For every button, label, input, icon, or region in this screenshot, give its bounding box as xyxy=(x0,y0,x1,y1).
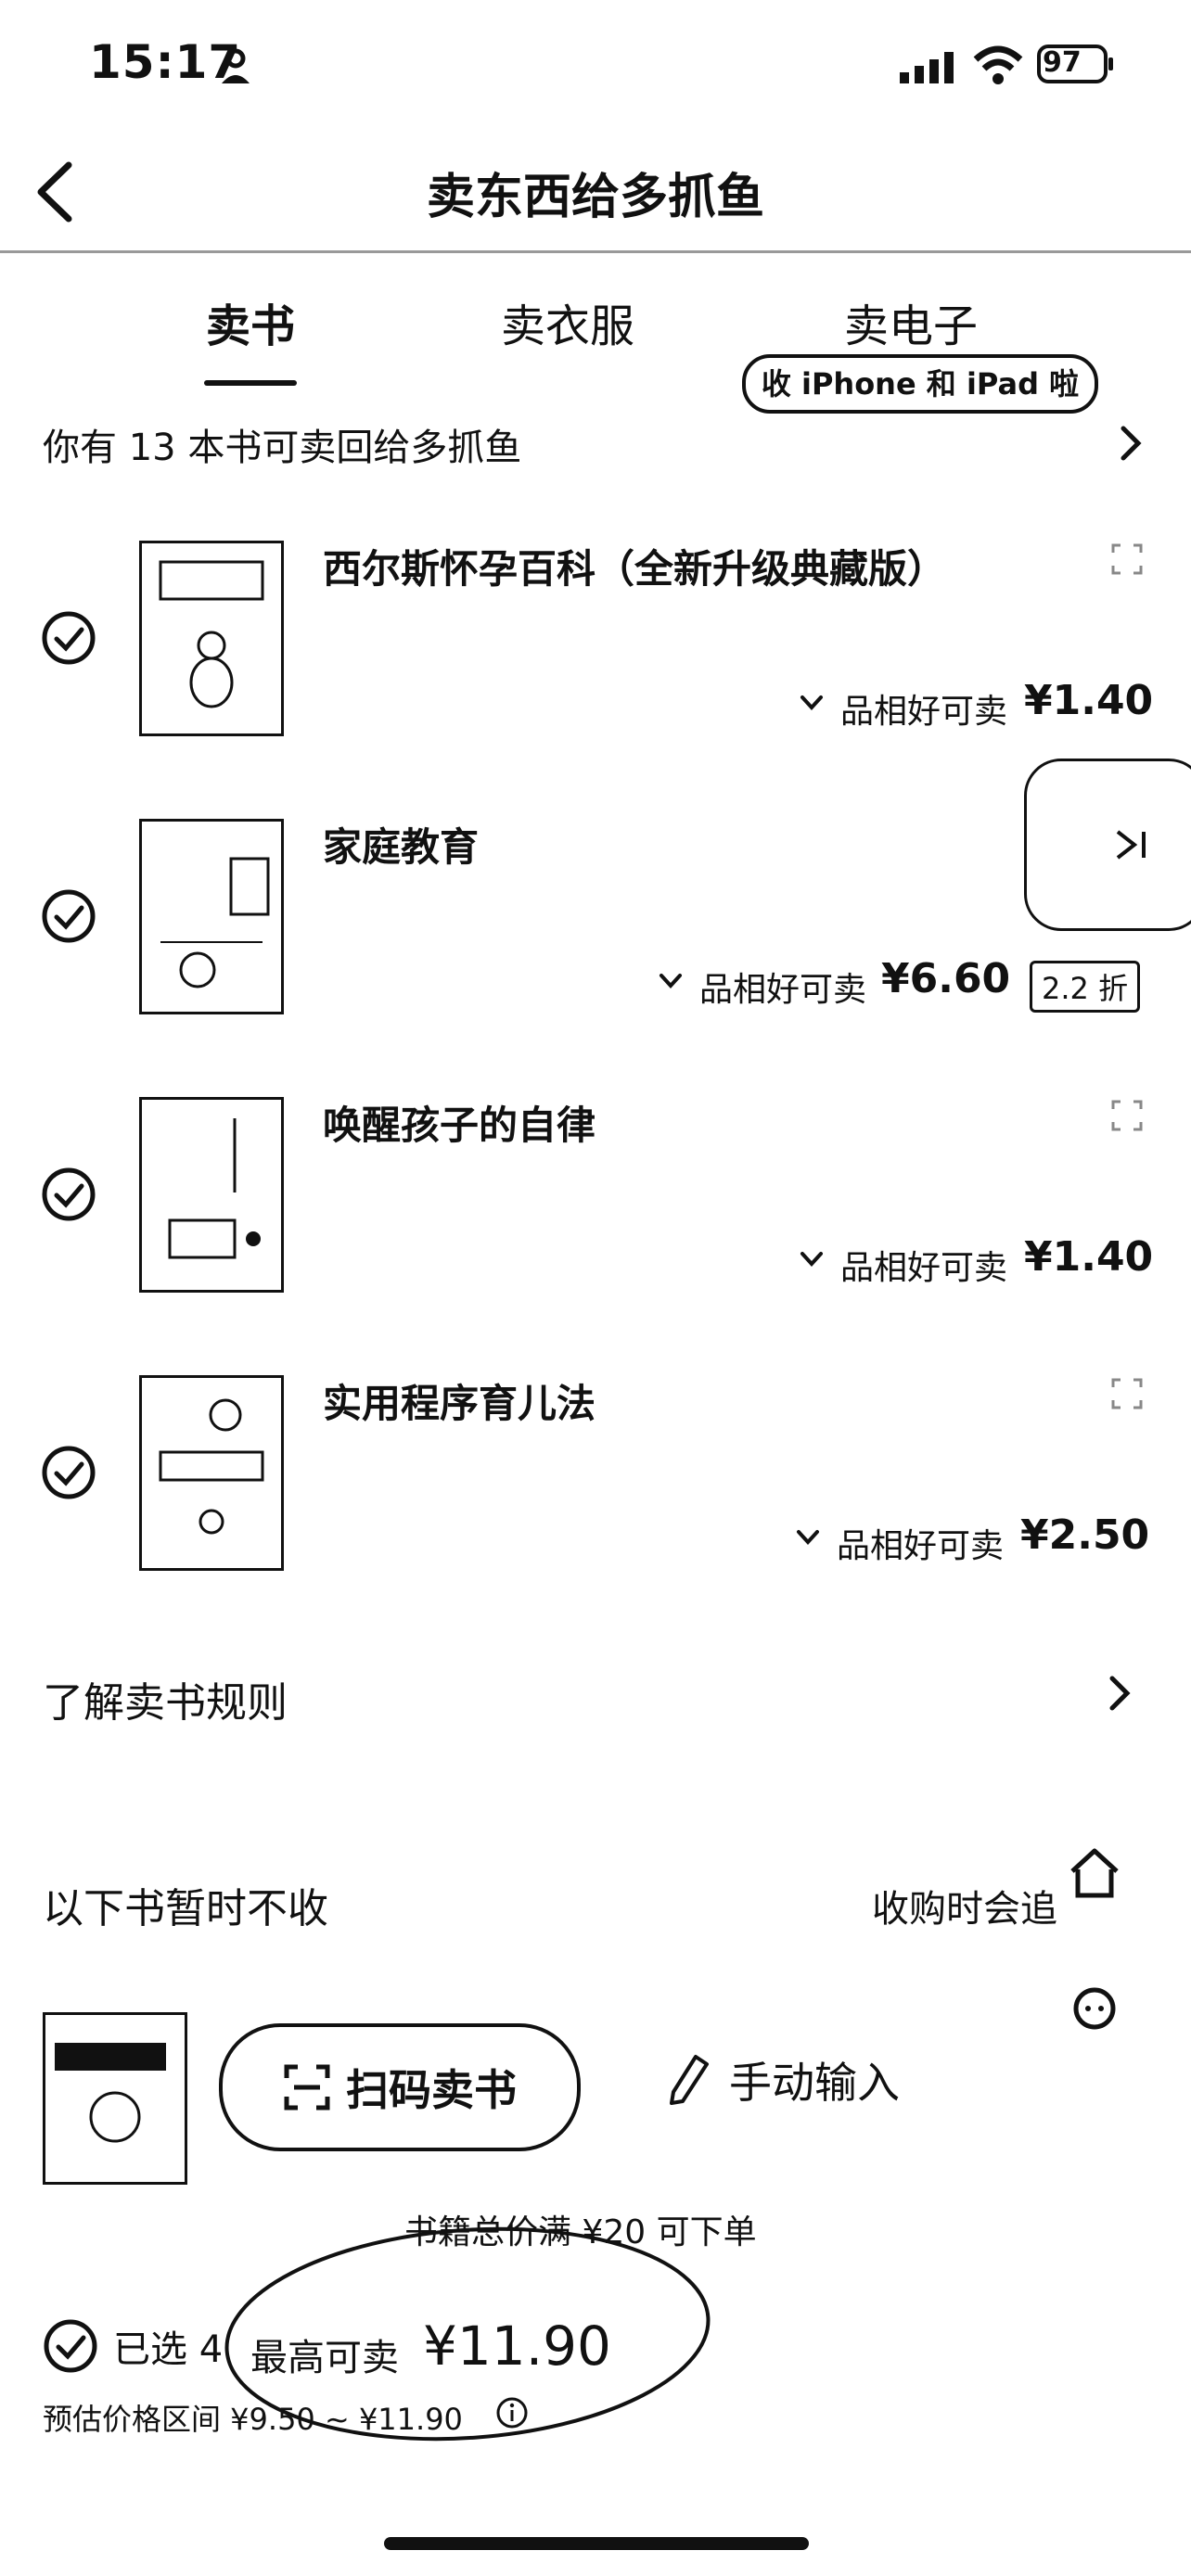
minimum-order-note: 书籍总价满 ¥20 可下单 xyxy=(404,2213,757,2251)
floating-assist-button[interactable] xyxy=(1024,759,1191,931)
rules-link[interactable]: 了解卖书规则 xyxy=(43,1669,288,1728)
book-cover xyxy=(139,1375,284,1571)
not-accepted-note: 收购时会追 xyxy=(872,1888,1057,1931)
expand-icon[interactable] xyxy=(1111,543,1143,575)
active-tab-indicator xyxy=(204,380,297,386)
book-title: 家庭教育 xyxy=(323,824,480,870)
info-icon[interactable] xyxy=(495,2396,529,2429)
chevron-right-icon[interactable] xyxy=(1119,425,1143,462)
book-title: 唤醒孩子的自律 xyxy=(323,1103,596,1148)
collapse-arrow-icon xyxy=(1116,830,1146,860)
chevron-down-icon[interactable] xyxy=(800,694,824,712)
not-accepted-title: 以下书暂时不收 xyxy=(43,1885,328,1932)
check-circle-icon[interactable] xyxy=(41,1167,96,1222)
books-summary[interactable]: 你有 13 本书可卖回给多抓鱼 xyxy=(43,417,521,471)
manual-input-button[interactable]: 手动输入 xyxy=(668,2049,900,2111)
book-price: ¥1.40 xyxy=(1024,677,1154,724)
check-circle-icon[interactable] xyxy=(41,1445,96,1500)
chevron-right-icon[interactable] xyxy=(1108,1675,1132,1712)
selected-label: 已选 4 xyxy=(113,2328,224,2371)
scan-icon xyxy=(284,2064,330,2111)
book-cover xyxy=(139,1097,284,1293)
tab-sell-books[interactable]: 卖书 xyxy=(206,289,295,354)
max-sell-label: 最高可卖 xyxy=(250,2337,399,2379)
book-cover xyxy=(139,541,284,736)
signal-icon xyxy=(900,52,954,83)
person-icon xyxy=(222,48,250,83)
battery-level: 97 xyxy=(1043,46,1082,79)
book-condition[interactable]: 品相好可卖 xyxy=(840,684,1007,733)
manual-input-label: 手动输入 xyxy=(729,2058,900,2108)
selected-count[interactable]: 已选 4 xyxy=(43,2318,223,2374)
book-price: ¥6.60 xyxy=(881,955,1011,1002)
check-circle-icon[interactable] xyxy=(43,2318,98,2374)
book-price: ¥1.40 xyxy=(1024,1233,1154,1281)
max-sell-price: ¥11.90 xyxy=(423,2315,611,2378)
book-condition[interactable]: 品相好可卖 xyxy=(699,963,866,1011)
scan-sell-button[interactable]: 扫码卖书 xyxy=(219,2023,581,2151)
check-circle-icon[interactable] xyxy=(41,610,96,666)
book-condition[interactable]: 品相好可卖 xyxy=(840,1241,1007,1289)
discount-badge: 2.2 折 xyxy=(1030,961,1141,1013)
expand-icon[interactable] xyxy=(1111,1378,1143,1409)
book-price: ¥2.50 xyxy=(1020,1511,1150,1559)
pencil-icon xyxy=(670,2055,709,2105)
promo-badge: 收 iPhone 和 iPad 啦 xyxy=(742,354,1098,414)
check-circle-icon[interactable] xyxy=(41,888,96,944)
book-cover xyxy=(43,2012,187,2185)
home-icon[interactable] xyxy=(1067,1845,1122,1901)
chevron-down-icon[interactable] xyxy=(659,972,683,990)
home-indicator[interactable] xyxy=(384,2537,809,2550)
price-range: 预估价格区间 ¥9.50 ~ ¥11.90 xyxy=(43,2402,463,2437)
wifi-icon xyxy=(973,45,1023,84)
book-title: 实用程序育儿法 xyxy=(323,1381,596,1426)
page-title: 卖东西给多抓鱼 xyxy=(426,170,764,225)
tab-sell-clothes[interactable]: 卖衣服 xyxy=(501,289,634,354)
book-condition[interactable]: 品相好可卖 xyxy=(837,1519,1004,1567)
book-title: 西尔斯怀孕百科（全新升级典藏版） xyxy=(323,546,947,592)
customer-service-icon[interactable] xyxy=(1065,1983,1124,2034)
scan-sell-label: 扫码卖书 xyxy=(346,2065,517,2115)
chevron-down-icon[interactable] xyxy=(796,1528,820,1547)
header-divider xyxy=(0,250,1191,253)
book-cover xyxy=(139,819,284,1014)
battery-icon: 97 xyxy=(1037,45,1115,83)
chevron-down-icon[interactable] xyxy=(800,1250,824,1269)
expand-icon[interactable] xyxy=(1111,1100,1143,1131)
tab-sell-electronics[interactable]: 卖电子 xyxy=(844,289,978,354)
